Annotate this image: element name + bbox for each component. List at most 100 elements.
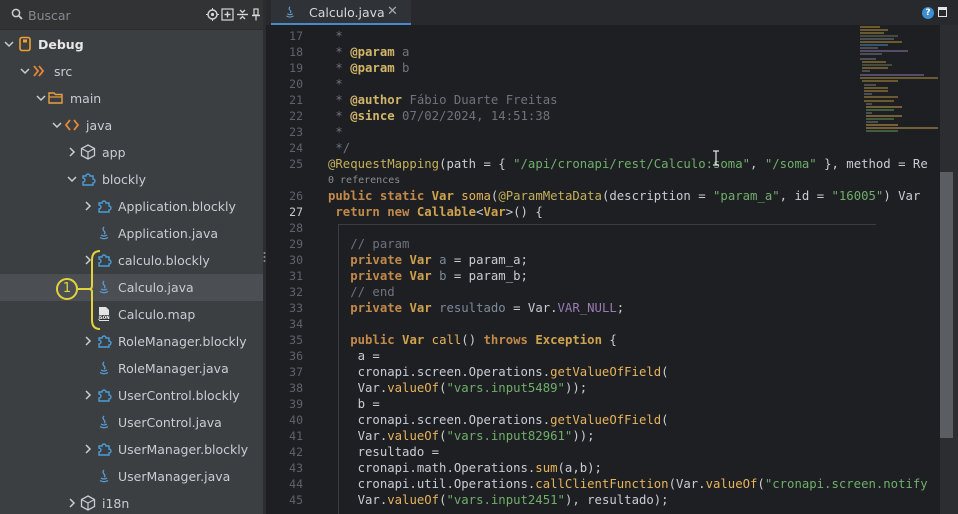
tree-item-main[interactable]: main bbox=[0, 85, 263, 112]
code-line: // param bbox=[328, 237, 410, 251]
tree-item-usermanager-blockly[interactable]: UserManager.blockly bbox=[0, 436, 263, 463]
code-line: // end bbox=[328, 285, 395, 299]
java-file-icon bbox=[99, 361, 109, 375]
chevron-right-icon[interactable] bbox=[83, 336, 93, 346]
line-number: 43 bbox=[289, 461, 303, 475]
code-area[interactable]: * * @param a * @param b * * @author Fábi… bbox=[328, 25, 928, 514]
tree-item-label: Calculo.map bbox=[118, 307, 196, 322]
chevron-right-icon[interactable] bbox=[83, 201, 93, 211]
code-line: resultado = bbox=[328, 445, 440, 459]
code-line: * @param b bbox=[328, 61, 410, 75]
chevron-down-icon[interactable] bbox=[36, 93, 46, 103]
tree-item-application-java[interactable]: Application.java bbox=[0, 220, 263, 247]
code-line: * @param a bbox=[328, 45, 410, 59]
code-line: private Var resultado = Var.VAR_NULL; bbox=[328, 301, 625, 315]
line-number: 29 bbox=[289, 237, 303, 251]
package-icon bbox=[80, 495, 96, 511]
line-number: 33 bbox=[289, 301, 303, 315]
blockly-icon bbox=[98, 200, 112, 213]
chevron-down-icon[interactable] bbox=[52, 120, 62, 130]
tree-item-usercontrol-blockly[interactable]: UserControl.blockly bbox=[0, 382, 263, 409]
expand-all-icon[interactable] bbox=[221, 8, 234, 21]
chevron-down-icon[interactable] bbox=[67, 174, 77, 184]
line-number: 34 bbox=[289, 317, 303, 331]
code-line: return new Callable<Var>() { bbox=[328, 205, 543, 219]
code-lens-hint[interactable]: 0 references bbox=[328, 175, 400, 186]
code-line: a = bbox=[328, 349, 380, 363]
blockly-icon bbox=[98, 443, 112, 456]
tree-item-calculo-blockly[interactable]: calculo.blockly bbox=[0, 247, 263, 274]
callout-connector bbox=[78, 288, 90, 290]
tree-item-label: RoleManager.java bbox=[118, 361, 229, 376]
java-file-icon bbox=[99, 415, 109, 429]
tree-item-label: UserControl.blockly bbox=[118, 388, 240, 403]
line-number: 32 bbox=[289, 285, 303, 299]
tree-item-label: UserControl.java bbox=[118, 415, 222, 430]
maximize-icon[interactable] bbox=[938, 7, 947, 17]
tree-item-calculo-java[interactable]: Calculo.java bbox=[0, 274, 263, 301]
close-icon[interactable]: ✕ bbox=[387, 4, 398, 19]
tree-item-blockly[interactable]: blockly bbox=[0, 166, 263, 193]
java-file-icon bbox=[286, 6, 294, 18]
tree-item-calculo-map[interactable]: JSON Calculo.map bbox=[0, 301, 263, 328]
line-number: 39 bbox=[289, 397, 303, 411]
line-number: 18 bbox=[289, 45, 303, 59]
tree-item-rolemanager-blockly[interactable]: RoleManager.blockly bbox=[0, 328, 263, 355]
chevron-right-icon[interactable] bbox=[83, 444, 93, 454]
tree-item-application-blockly[interactable]: Application.blockly bbox=[0, 193, 263, 220]
line-number: 26 bbox=[289, 189, 303, 203]
tree-item-label: Application.blockly bbox=[118, 199, 236, 214]
chevron-right-icon[interactable] bbox=[67, 498, 77, 508]
chevron-right-icon[interactable] bbox=[83, 390, 93, 400]
code-line: cronapi.util.Operations.callClientFuncti… bbox=[328, 477, 928, 491]
code-line: * bbox=[328, 77, 343, 91]
editor-tab-bar: Calculo.java ✕ bbox=[266, 0, 958, 25]
tree-item-label: calculo.blockly bbox=[118, 253, 210, 268]
tree-item-java[interactable]: java bbox=[0, 112, 263, 139]
tree-item-rolemanager-java[interactable]: RoleManager.java bbox=[0, 355, 263, 382]
code-line: b = bbox=[328, 397, 380, 411]
tree-item-src[interactable]: src bbox=[0, 58, 263, 85]
tree-item-debug[interactable]: Debug bbox=[0, 31, 263, 58]
code-line: Var.valueOf("vars.input82961")); bbox=[328, 429, 595, 443]
callout-badge: 1 bbox=[56, 278, 78, 300]
project-icon bbox=[19, 36, 31, 52]
line-number: 24 bbox=[289, 141, 303, 155]
tree-item-usercontrol-java[interactable]: UserControl.java bbox=[0, 409, 263, 436]
code-editor[interactable]: 17 18 19 20 21 22 23 24 25 26 27 28 29 3… bbox=[266, 25, 940, 514]
code-minimap[interactable] bbox=[858, 25, 940, 135]
line-number: 31 bbox=[289, 269, 303, 283]
line-number: 37 bbox=[289, 365, 303, 379]
tree-item-i18n[interactable]: i18n bbox=[0, 490, 263, 514]
scrollbar-thumb[interactable] bbox=[940, 172, 953, 438]
tree-item-label: src bbox=[54, 64, 73, 79]
tab-calculo-java[interactable]: Calculo.java ✕ bbox=[271, 0, 411, 25]
tree-item-label: RoleManager.blockly bbox=[118, 334, 247, 349]
tree-item-label: app bbox=[102, 145, 126, 160]
line-number: 41 bbox=[289, 429, 303, 443]
tree-item-label: UserManager.blockly bbox=[118, 442, 249, 457]
tree-item-label: Debug bbox=[38, 37, 84, 52]
chevron-down-icon[interactable] bbox=[20, 66, 30, 76]
line-number: 19 bbox=[289, 61, 303, 75]
pin-icon[interactable] bbox=[251, 8, 261, 21]
help-icon[interactable]: ? bbox=[922, 7, 934, 19]
search-input[interactable] bbox=[28, 6, 198, 24]
chevron-down-icon[interactable] bbox=[4, 39, 14, 49]
line-number: 42 bbox=[289, 445, 303, 459]
text-cursor-icon bbox=[713, 150, 719, 166]
project-explorer: Debug src main java app blockly Applicat… bbox=[0, 0, 263, 514]
code-line: * @since 07/02/2024, 14:51:38 bbox=[328, 109, 551, 123]
blockly-icon bbox=[98, 335, 112, 348]
blockly-icon bbox=[82, 173, 96, 186]
collapse-all-icon[interactable] bbox=[236, 8, 249, 21]
code-line: Var.valueOf("vars.input2451"), resultado… bbox=[328, 493, 669, 507]
chevron-right-icon[interactable] bbox=[67, 147, 77, 157]
line-number: 22 bbox=[289, 109, 303, 123]
tree-item-usermanager-java[interactable]: UserManager.java bbox=[0, 463, 263, 490]
search-icon bbox=[11, 8, 23, 20]
callout-bracket bbox=[88, 250, 101, 330]
tree-item-label: java bbox=[86, 118, 113, 133]
locate-file-icon[interactable] bbox=[206, 8, 219, 21]
tree-item-app[interactable]: app bbox=[0, 139, 263, 166]
